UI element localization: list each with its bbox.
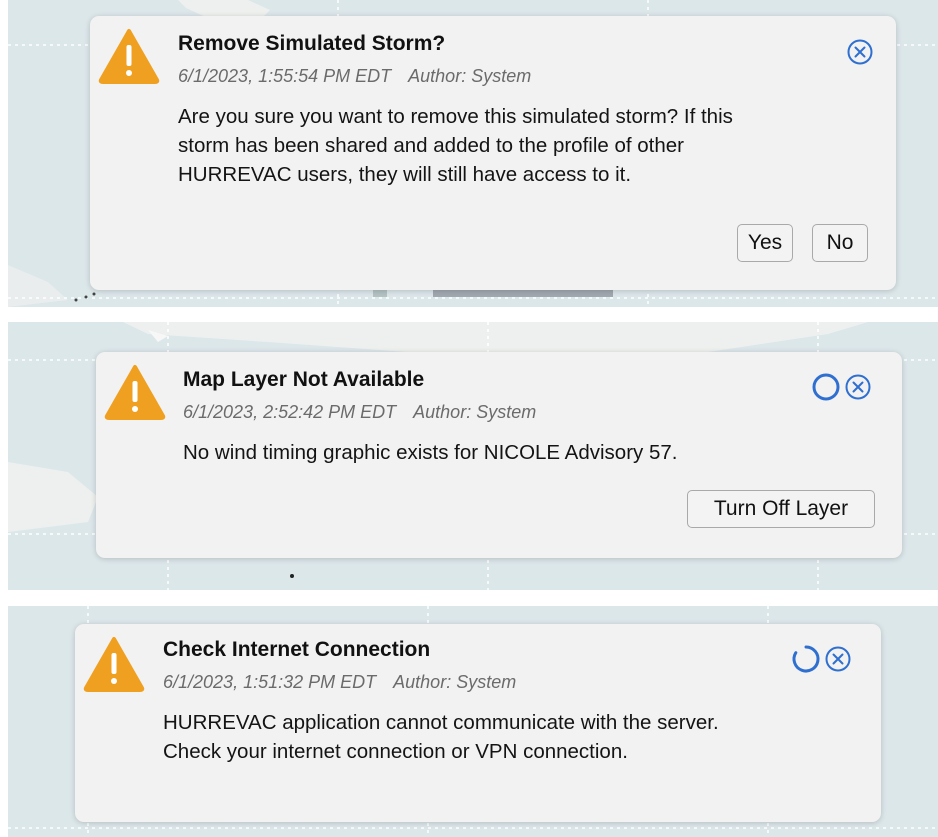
notification-card: Remove Simulated Storm? 6/1/2023, 1:55:5… <box>90 16 896 290</box>
notification-message: Are you sure you want to remove this sim… <box>178 102 733 189</box>
notification-controls <box>846 38 874 66</box>
close-icon[interactable] <box>844 373 872 401</box>
notification-title: Map Layer Not Available <box>183 368 425 391</box>
timer-ring-icon <box>791 644 821 674</box>
notification-timestamp: 6/1/2023, 1:55:54 PM EDT <box>178 66 392 86</box>
notification-card: Map Layer Not Available 6/1/2023, 2:52:4… <box>96 352 902 558</box>
close-icon[interactable] <box>824 645 852 673</box>
notification-author: Author: System <box>393 672 517 692</box>
notification-timestamp: 6/1/2023, 2:52:42 PM EDT <box>183 402 397 422</box>
message-line: HURREVAC users, they will still have acc… <box>178 163 632 186</box>
notification-controls <box>791 644 852 674</box>
warning-icon <box>104 364 166 420</box>
map-background-panel-3: Check Internet Connection 6/1/2023, 1:51… <box>8 606 938 837</box>
message-line: storm has been shared and added to the p… <box>178 134 685 157</box>
notification-controls <box>811 372 872 402</box>
notification-card: Check Internet Connection 6/1/2023, 1:51… <box>75 624 881 822</box>
map-background-panel-2: Map Layer Not Available 6/1/2023, 2:52:4… <box>8 322 938 590</box>
message-line: No wind timing graphic exists for NICOLE… <box>183 441 678 464</box>
warning-icon <box>98 28 160 84</box>
notification-meta: 6/1/2023, 2:52:42 PM EDT Author: System <box>183 402 536 423</box>
notification-title: Check Internet Connection <box>163 638 431 661</box>
notification-meta: 6/1/2023, 1:51:32 PM EDT Author: System <box>163 672 516 693</box>
warning-icon <box>83 636 145 692</box>
notification-timestamp: 6/1/2023, 1:51:32 PM EDT <box>163 672 377 692</box>
map-background-panel-1: Remove Simulated Storm? 6/1/2023, 1:55:5… <box>8 0 938 307</box>
message-line: Are you sure you want to remove this sim… <box>178 105 733 128</box>
notification-message: No wind timing graphic exists for NICOLE… <box>183 438 677 467</box>
notification-author: Author: System <box>408 66 532 86</box>
message-line: Check your internet connection or VPN co… <box>163 740 628 763</box>
notifications-screenshot: Remove Simulated Storm? 6/1/2023, 1:55:5… <box>0 0 938 837</box>
notification-message: HURREVAC application cannot communicate … <box>163 708 719 766</box>
notification-author: Author: System <box>413 402 537 422</box>
notification-meta: 6/1/2023, 1:55:54 PM EDT Author: System <box>178 66 531 87</box>
turn-off-layer-button[interactable]: Turn Off Layer <box>687 490 875 528</box>
message-line: HURREVAC application cannot communicate … <box>163 711 719 734</box>
notification-title: Remove Simulated Storm? <box>178 32 446 55</box>
yes-button[interactable]: Yes <box>737 224 793 262</box>
close-icon[interactable] <box>846 38 874 66</box>
timer-ring-icon <box>811 372 841 402</box>
no-button[interactable]: No <box>812 224 868 262</box>
